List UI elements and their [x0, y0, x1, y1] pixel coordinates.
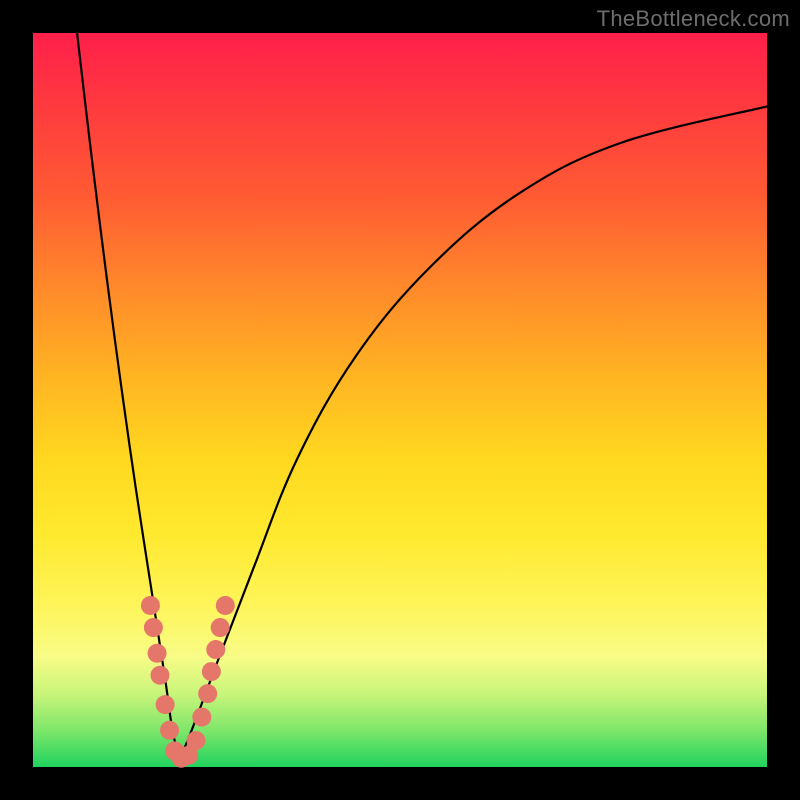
trough-dot — [202, 662, 221, 681]
chart-svg — [33, 33, 767, 767]
trough-dot — [150, 666, 169, 685]
plot-area — [33, 33, 767, 767]
trough-dot — [144, 618, 163, 637]
trough-dot — [198, 684, 217, 703]
trough-dot-cluster — [141, 596, 235, 768]
trough-dot — [211, 618, 230, 637]
trough-dot — [192, 708, 211, 727]
trough-dot — [186, 731, 205, 750]
chart-frame: TheBottleneck.com — [0, 0, 800, 800]
trough-dot — [156, 695, 175, 714]
trough-dot — [148, 644, 167, 663]
trough-dot — [206, 640, 225, 659]
watermark-text: TheBottleneck.com — [597, 6, 790, 32]
trough-dot — [216, 596, 235, 615]
trough-dot — [141, 596, 160, 615]
curve-right-branch — [180, 106, 767, 759]
trough-dot — [160, 721, 179, 740]
